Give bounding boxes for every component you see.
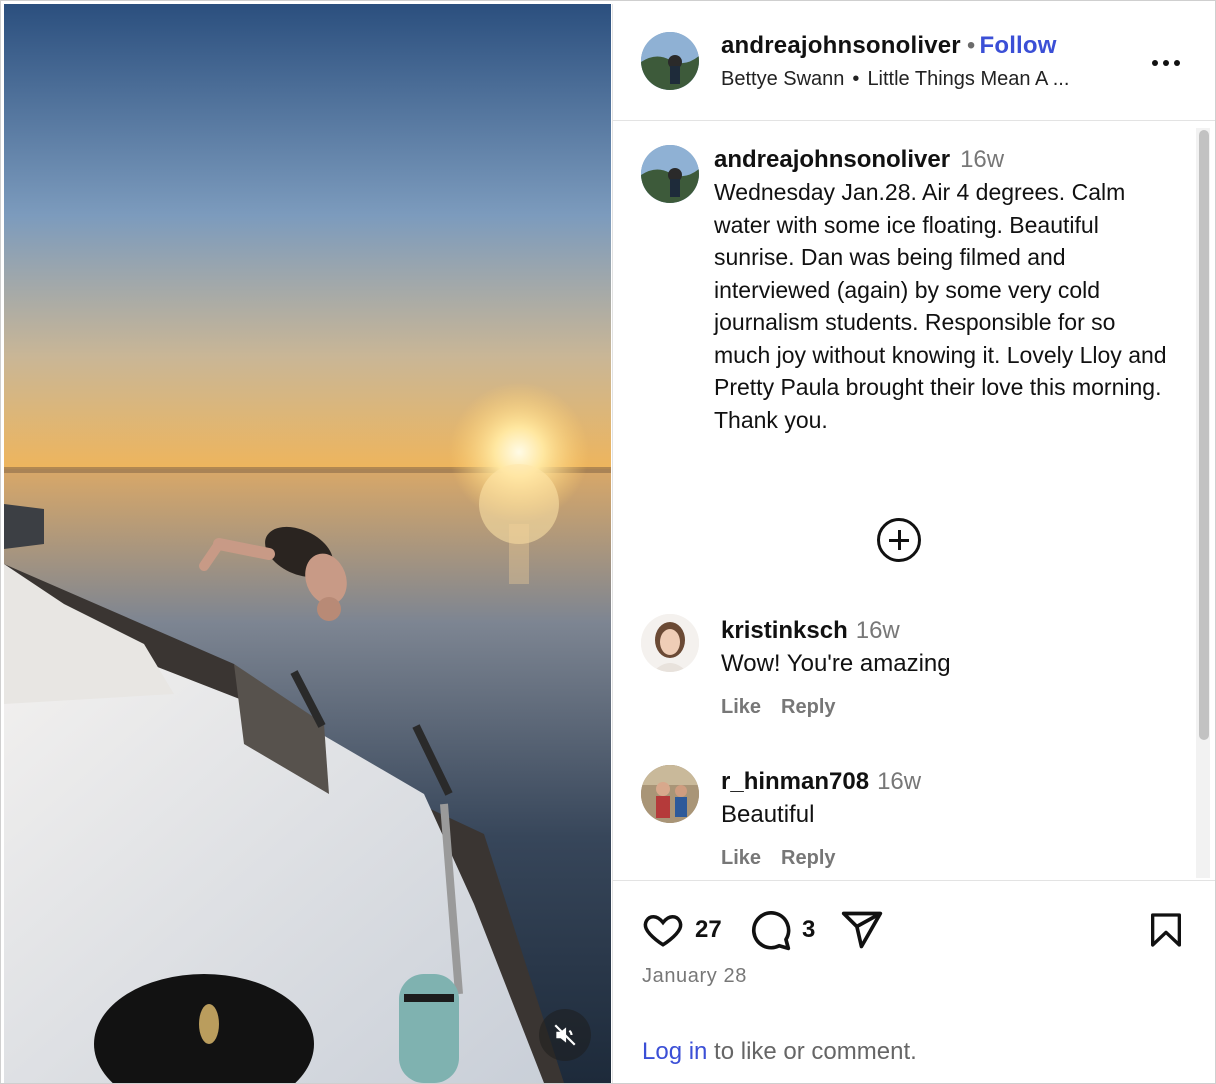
more-dot <box>1163 60 1169 66</box>
commenter-avatar[interactable] <box>641 765 699 823</box>
follow-button[interactable]: Follow <box>979 32 1056 59</box>
audio-title[interactable]: Little Things Mean A ... <box>867 68 1069 90</box>
more-options-icon <box>1152 60 1158 66</box>
video-frame-illustration <box>4 4 611 1083</box>
caption-header: andreajohnsonoliver 16w <box>714 146 1004 174</box>
avatar-image <box>641 32 699 90</box>
avatar-image <box>641 614 699 672</box>
post-date[interactable]: January 28 <box>642 965 747 988</box>
mute-toggle-button[interactable] <box>539 1009 591 1061</box>
login-link[interactable]: Log in <box>642 1038 707 1065</box>
avatar-image <box>641 765 699 823</box>
comment-header: kristinksch 16w <box>721 617 900 645</box>
author-avatar[interactable] <box>641 32 699 90</box>
comment-timestamp[interactable]: 16w <box>877 768 921 795</box>
speaker-muted-icon <box>554 1024 576 1046</box>
author-line: andreajohnsonoliver • Follow <box>721 32 1057 60</box>
caption-username[interactable]: andreajohnsonoliver <box>714 146 950 173</box>
more-options-button[interactable] <box>1148 48 1184 78</box>
heart-icon[interactable] <box>641 908 685 950</box>
paper-plane-icon[interactable] <box>840 908 884 952</box>
caption-author-avatar[interactable] <box>641 145 699 203</box>
comments-scroll-area[interactable]: andreajohnsonoliver 16w Wednesday Jan.28.… <box>613 122 1215 880</box>
comment-bubble-icon[interactable] <box>748 908 792 952</box>
caption-text: Wednesday Jan.28. Air 4 degrees. Calm wa… <box>714 179 1167 433</box>
comment-like-button[interactable]: Like <box>721 696 761 718</box>
comment-actions: Like Reply <box>721 696 856 719</box>
avatar-image <box>641 145 699 203</box>
post-side-panel: andreajohnsonoliver • Follow Bettye Swann •… <box>612 4 1215 1083</box>
login-prompt: Log in to like or comment. <box>642 1038 917 1066</box>
comment-like-button[interactable]: Like <box>721 847 761 869</box>
comment-text: Beautiful <box>721 801 815 828</box>
likes-count[interactable]: 27 <box>695 916 722 944</box>
caption-timestamp[interactable]: 16w <box>960 146 1004 173</box>
bookmark-icon[interactable] <box>1146 908 1186 952</box>
comment-username[interactable]: r_hinman708 <box>721 768 869 795</box>
comment-reply-button[interactable]: Reply <box>781 696 835 718</box>
comment-actions: Like Reply <box>721 847 856 870</box>
comment-timestamp[interactable]: 16w <box>856 617 900 644</box>
login-prompt-text: to like or comment. <box>707 1038 917 1065</box>
post-window: andreajohnsonoliver • Follow Bettye Swann •… <box>0 0 1216 1084</box>
more-dot <box>1174 60 1180 66</box>
separator-dot: • <box>966 32 976 59</box>
comment-reply-button[interactable]: Reply <box>781 847 835 869</box>
post-footer: 27 3 January 28 Log in to like or commen… <box>613 880 1215 1083</box>
audio-separator: • <box>852 68 860 90</box>
plus-circle-icon[interactable] <box>877 518 921 562</box>
post-header: andreajohnsonoliver • Follow Bettye Swann •… <box>613 4 1215 121</box>
scrollbar-thumb[interactable] <box>1199 130 1209 740</box>
commenter-avatar[interactable] <box>641 614 699 672</box>
comment-username[interactable]: kristinksch <box>721 617 848 644</box>
comment-text: Wow! You're amazing <box>721 650 951 677</box>
comment-header: r_hinman708 16w <box>721 768 921 796</box>
post-media[interactable] <box>4 4 611 1083</box>
audio-artist[interactable]: Bettye Swann <box>721 68 844 90</box>
author-username[interactable]: andreajohnsonoliver <box>721 32 961 59</box>
audio-line[interactable]: Bettye Swann • Little Things Mean A ... <box>721 68 1069 91</box>
comments-count[interactable]: 3 <box>802 916 815 944</box>
